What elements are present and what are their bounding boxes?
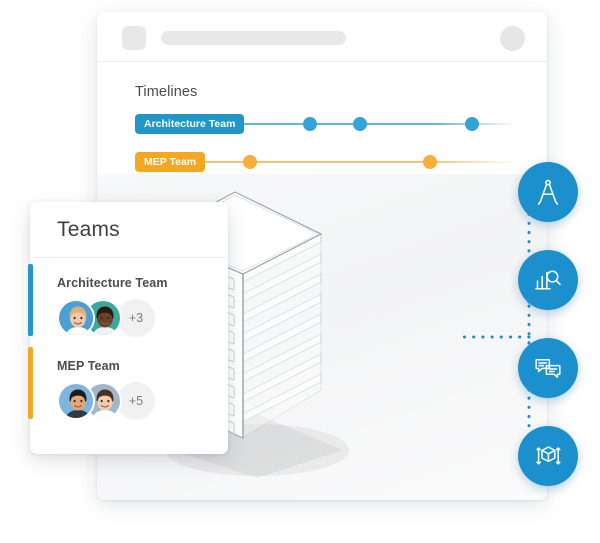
team-member-overflow-count[interactable]: +3 bbox=[117, 299, 155, 337]
team-name: Architecture Team bbox=[57, 276, 168, 290]
timeline-milestone-dot[interactable] bbox=[353, 117, 367, 131]
timeline-milestone-dot[interactable] bbox=[243, 155, 257, 169]
timeline-team-badge[interactable]: Architecture Team bbox=[135, 114, 245, 134]
analytics-icon-button[interactable] bbox=[518, 250, 578, 310]
team-group[interactable]: Architecture Team +3 bbox=[28, 258, 228, 341]
teams-panel-header: Teams bbox=[30, 202, 228, 258]
teams-panel: Teams Architecture Team +3 MEP Team +5 bbox=[28, 202, 228, 454]
team-accent-bar bbox=[28, 264, 33, 336]
browser-chrome bbox=[97, 12, 547, 62]
team-name: MEP Team bbox=[57, 359, 120, 373]
compass-icon-button[interactable] bbox=[518, 162, 578, 222]
team-avatar-row: +5 bbox=[57, 382, 228, 424]
team-accent-bar bbox=[28, 347, 33, 419]
team-group[interactable]: MEP Team +5 bbox=[28, 341, 228, 424]
teams-panel-title: Teams bbox=[57, 217, 120, 241]
cube-icon bbox=[533, 441, 563, 471]
timeline-milestone-dot[interactable] bbox=[423, 155, 437, 169]
timeline-rows: Architecture Team MEP Team bbox=[135, 110, 547, 176]
timeline-team-badge[interactable]: MEP Team bbox=[135, 152, 206, 172]
cube-icon-button[interactable] bbox=[518, 426, 578, 486]
analytics-icon bbox=[533, 265, 563, 295]
timeline-row: Architecture Team bbox=[135, 110, 547, 138]
timelines-title: Timelines bbox=[135, 84, 198, 100]
team-groups-list: Architecture Team +3 MEP Team +5 bbox=[28, 258, 228, 424]
profile-avatar[interactable] bbox=[500, 26, 525, 51]
avatar-architecture-1[interactable] bbox=[57, 299, 95, 337]
timeline-milestone-dot[interactable] bbox=[303, 117, 317, 131]
timeline-milestone-dot[interactable] bbox=[465, 117, 479, 131]
menu-placeholder-icon[interactable] bbox=[122, 26, 146, 50]
team-member-overflow-count[interactable]: +5 bbox=[117, 382, 155, 420]
address-bar[interactable] bbox=[161, 31, 346, 45]
timelines-section: Timelines Architecture Team MEP Team bbox=[97, 62, 547, 174]
compass-icon bbox=[533, 177, 563, 207]
avatar-mep-1[interactable] bbox=[57, 382, 95, 420]
chat-icon-button[interactable] bbox=[518, 338, 578, 398]
illustration-stage: Timelines Architecture Team MEP Team Tea… bbox=[0, 0, 600, 543]
team-avatar-row: +3 bbox=[57, 299, 228, 341]
timeline-row: MEP Team bbox=[135, 148, 547, 176]
chat-icon bbox=[533, 353, 563, 383]
